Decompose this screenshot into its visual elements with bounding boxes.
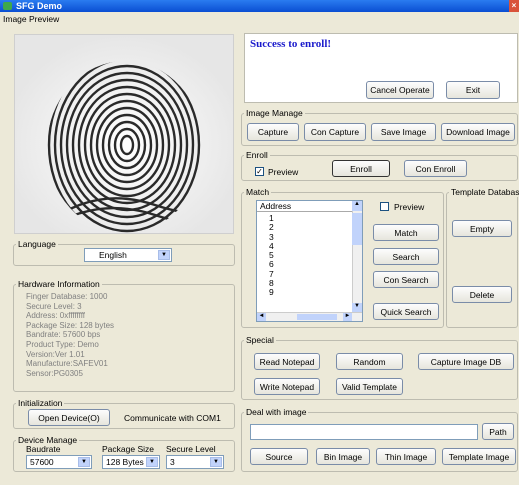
save-image-button[interactable]: Save Image [371, 123, 436, 141]
con-capture-button[interactable]: Con Capture [304, 123, 366, 141]
package-size-label: Package Size [102, 444, 154, 454]
chevron-down-icon[interactable]: ▼ [210, 457, 222, 467]
scroll-right-icon[interactable]: ► [343, 313, 352, 321]
chevron-down-icon[interactable]: ▼ [78, 457, 90, 467]
hscroll-thumb[interactable] [297, 314, 337, 320]
random-button[interactable]: Random [336, 353, 403, 370]
enroll-preview-checkbox[interactable]: ✓ [255, 167, 264, 176]
con-search-button[interactable]: Con Search [373, 271, 439, 288]
capture-button[interactable]: Capture [247, 123, 299, 141]
download-image-button[interactable]: Download Image [441, 123, 515, 141]
language-label: Language [16, 239, 58, 249]
secure-level-label: Secure Level [166, 444, 216, 454]
write-notepad-button[interactable]: Write Notepad [254, 378, 320, 395]
status-message: Success to enroll! [250, 38, 332, 50]
capture-image-db-button[interactable]: Capture Image DB [418, 353, 514, 370]
image-manage-label: Image Manage [244, 108, 305, 118]
scroll-left-icon[interactable]: ◄ [257, 313, 266, 321]
baudrate-value: 57600 [30, 457, 54, 467]
hardware-info-line: Product Type: Demo [26, 339, 99, 349]
close-icon[interactable]: × [509, 0, 519, 12]
address-list-item[interactable]: 9 [269, 288, 274, 298]
enroll-button[interactable]: Enroll [332, 160, 390, 177]
address-items: 123456789 [269, 213, 274, 298]
address-list[interactable]: Address 123456789 ▲ ▼ ◄ ► [256, 200, 363, 322]
quick-search-button[interactable]: Quick Search [373, 303, 439, 320]
chevron-down-icon[interactable]: ▼ [158, 250, 170, 260]
main-window: SFG Demo × Image Preview Success to enro… [0, 0, 519, 485]
con-enroll-button[interactable]: Con Enroll [404, 160, 467, 177]
match-button[interactable]: Match [373, 224, 439, 241]
hardware-info-line: Package Size: 128 bytes [26, 320, 115, 330]
window-title: SFG Demo [16, 1, 63, 11]
package-size-select[interactable]: 128 Bytes ▼ [102, 455, 160, 469]
cancel-operate-button[interactable]: Cancel Operate [366, 81, 434, 99]
language-value: English [99, 250, 127, 260]
delete-button[interactable]: Delete [452, 286, 512, 303]
hardware-info-line: Finger Database: 1000 [26, 292, 108, 301]
hardware-info-line: Manufacture:SAFEV01 [26, 359, 108, 369]
secure-level-select[interactable]: 3 ▼ [166, 455, 224, 469]
match-preview-label: Preview [394, 202, 425, 212]
baudrate-label: Baudrate [26, 444, 61, 454]
address-list-header: Address [257, 201, 353, 212]
hardware-info-line: Address: 0xffffffff [26, 311, 86, 321]
source-button[interactable]: Source [250, 448, 308, 465]
template-image-button[interactable]: Template Image [442, 448, 516, 465]
empty-button[interactable]: Empty [452, 220, 512, 237]
language-select[interactable]: English ▼ [84, 248, 172, 262]
template-db-label: Template Databas [449, 187, 519, 197]
secure-level-value: 3 [170, 457, 175, 467]
preview-label: Image Preview [3, 14, 60, 24]
template-db-group [446, 192, 518, 328]
valid-template-button[interactable]: Valid Template [336, 378, 403, 395]
hardware-label: Hardware Information [16, 279, 102, 289]
hardware-info-line: Bandrate: 57600 bps [26, 330, 101, 340]
bin-image-button[interactable]: Bin Image [316, 448, 370, 465]
chevron-down-icon[interactable]: ▼ [146, 457, 158, 467]
enroll-label: Enroll [244, 150, 270, 160]
search-button[interactable]: Search [373, 248, 439, 265]
path-button[interactable]: Path [482, 423, 514, 440]
exit-button[interactable]: Exit [446, 81, 500, 99]
deal-image-label: Deal with image [244, 407, 309, 417]
read-notepad-button[interactable]: Read Notepad [254, 353, 320, 370]
scroll-thumb[interactable] [352, 213, 362, 245]
path-input[interactable] [250, 424, 478, 440]
fingerprint-image [15, 35, 233, 233]
title-bar: SFG Demo × [0, 0, 519, 12]
package-size-value: 128 Bytes [106, 457, 144, 467]
open-device-button[interactable]: Open Device(O) [28, 409, 110, 426]
hardware-info: Finger Database: 1000 Secure Level: 3 Addr… [26, 292, 114, 378]
match-preview-checkbox[interactable] [380, 202, 389, 211]
hardware-info-line: Sensor:PG0305 [26, 368, 83, 378]
app-icon [3, 2, 12, 10]
list-hscrollbar[interactable]: ◄ ► [257, 312, 362, 321]
baudrate-select[interactable]: 57600 ▼ [26, 455, 92, 469]
connection-status: Communicate with COM1 [124, 413, 221, 423]
fingerprint-preview [14, 34, 234, 234]
hardware-info-line: Version:Ver 1.01 [26, 349, 85, 359]
scroll-up-icon[interactable]: ▲ [352, 201, 362, 211]
hardware-info-line: Secure Level: 3 [26, 301, 82, 311]
initialization-label: Initialization [16, 398, 65, 408]
special-label: Special [244, 335, 276, 345]
thin-image-button[interactable]: Thin Image [376, 448, 436, 465]
match-label: Match [244, 187, 272, 197]
enroll-preview-label: Preview [268, 167, 299, 177]
